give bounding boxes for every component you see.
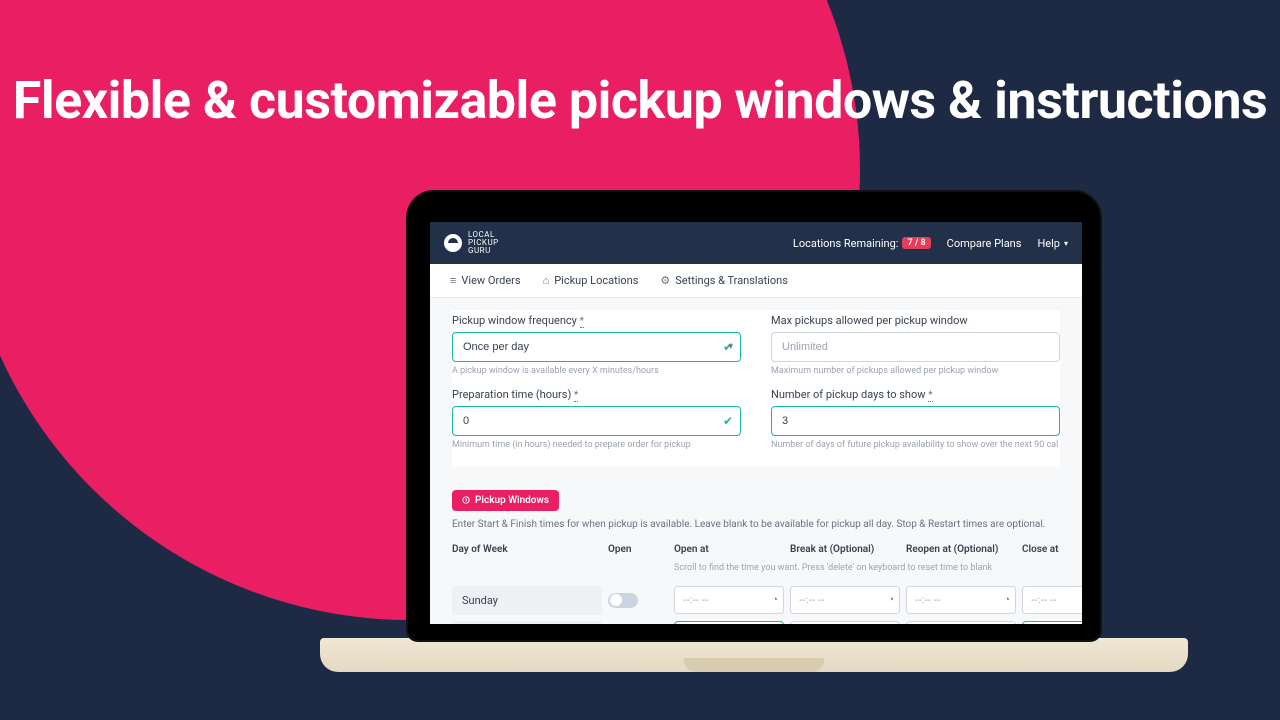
field-days-to-show: Number of pickup days to show * Number o… [771, 388, 1060, 452]
help-text: A pickup window is available every X min… [452, 366, 741, 378]
help-text: Number of days of future pickup availabi… [771, 440, 1060, 452]
logo-icon [444, 234, 462, 252]
chevron-down-icon: ▾ [1064, 239, 1068, 248]
close-at-sunday[interactable] [1022, 586, 1082, 614]
tab-settings[interactable]: ⚙ Settings & Translations [660, 264, 788, 297]
max-pickups-input[interactable] [771, 332, 1060, 362]
help-menu[interactable]: Help ▾ [1037, 237, 1068, 250]
pickup-windows-pill: Pickup Windows [452, 490, 559, 511]
open-at-sunday[interactable] [674, 586, 784, 614]
locations-badge: 7 / 8 [902, 237, 930, 249]
hero-title: Flexible & customizable pickup windows &… [0, 70, 1280, 131]
reopen-at-monday[interactable] [906, 621, 1016, 624]
laptop-body: LOCAL PICKUP GURU Locations Remaining: 7… [406, 190, 1102, 642]
field-pickup-frequency: Pickup window frequency * ✔ ▾ A pickup w… [452, 314, 741, 378]
scroll-hint: Scroll to find the time you want. Press … [674, 563, 1082, 579]
settings-form: Pickup window frequency * ✔ ▾ A pickup w… [452, 310, 1060, 467]
laptop-notch [684, 658, 824, 672]
locations-remaining: Locations Remaining: 7 / 8 [793, 237, 931, 250]
field-max-pickups: Max pickups allowed per pickup window Ma… [771, 314, 1060, 378]
main-tabs: ≡ View Orders ⌂ Pickup Locations ⚙ Setti… [430, 264, 1082, 298]
close-at-monday[interactable] [1022, 621, 1082, 624]
table-row: Sunday ◔ ◔ ◔ ◔ [452, 583, 1060, 618]
break-at-monday[interactable] [790, 621, 900, 624]
gear-icon: ⚙ [660, 274, 670, 287]
pickup-windows-help: Enter Start & Finish times for when pick… [452, 519, 1060, 530]
field-prep-time: Preparation time (hours) * ✔ Minimum tim… [452, 388, 741, 452]
topbar: LOCAL PICKUP GURU Locations Remaining: 7… [430, 222, 1082, 264]
open-toggle-sunday[interactable] [608, 593, 638, 608]
reopen-at-sunday[interactable] [906, 586, 1016, 614]
app-screen: LOCAL PICKUP GURU Locations Remaining: 7… [430, 222, 1082, 624]
compare-plans-link[interactable]: Compare Plans [947, 237, 1022, 250]
prep-time-input[interactable] [452, 406, 741, 436]
logo-text: LOCAL PICKUP GURU [468, 231, 499, 255]
pickup-frequency-select[interactable] [452, 332, 741, 362]
day-label: Monday [452, 621, 602, 624]
pickup-windows-table: Day of Week Open Open at Break at (Optio… [452, 540, 1060, 624]
help-text: Minimum time (in hours) needed to prepar… [452, 440, 741, 452]
day-label: Sunday [452, 586, 602, 615]
table-header: Day of Week Open Open at Break at (Optio… [452, 540, 1060, 559]
table-row: Monday ◔ ◔ ◔ ◔ [452, 618, 1060, 624]
home-icon: ⌂ [543, 274, 550, 287]
laptop-mockup: LOCAL PICKUP GURU Locations Remaining: 7… [406, 190, 1102, 680]
break-at-sunday[interactable] [790, 586, 900, 614]
brand-logo: LOCAL PICKUP GURU [444, 231, 499, 255]
open-at-monday[interactable] [674, 621, 784, 624]
content-area: Pickup window frequency * ✔ ▾ A pickup w… [430, 298, 1082, 624]
list-icon: ≡ [450, 274, 456, 287]
tab-pickup-locations[interactable]: ⌂ Pickup Locations [543, 264, 639, 297]
days-to-show-input[interactable] [771, 406, 1060, 436]
help-text: Maximum number of pickups allowed per pi… [771, 366, 1060, 378]
tab-view-orders[interactable]: ≡ View Orders [450, 264, 521, 297]
clock-icon [462, 496, 470, 504]
